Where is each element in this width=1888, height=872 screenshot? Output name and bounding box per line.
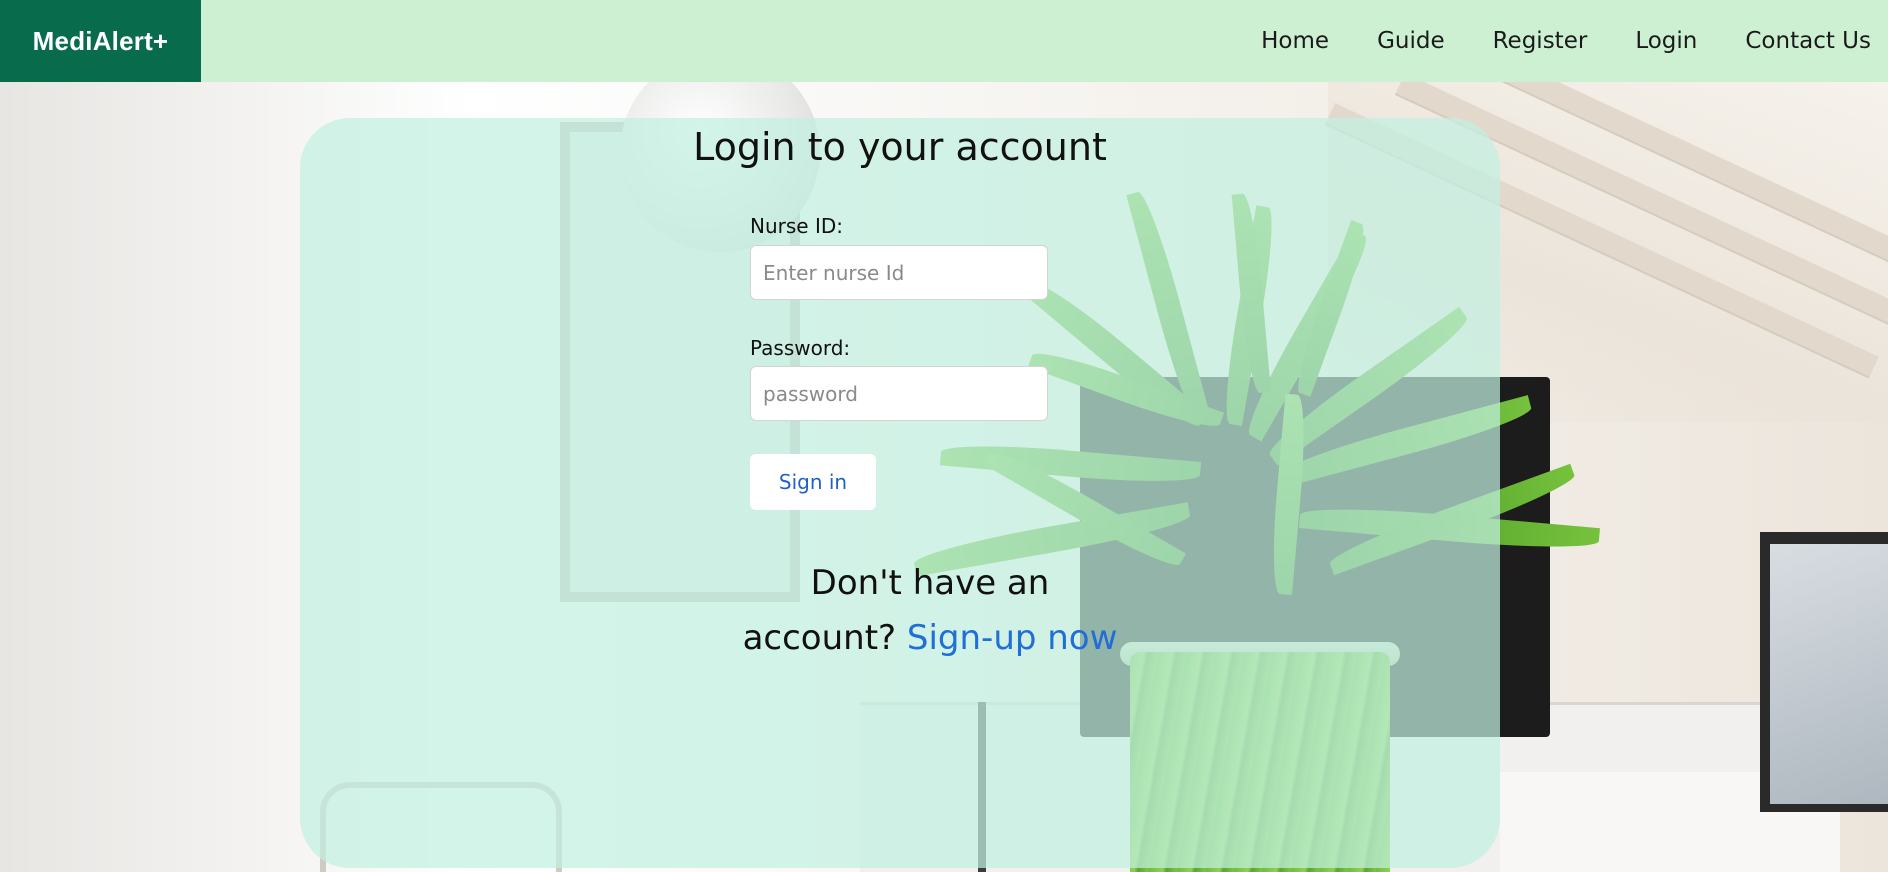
sign-in-button[interactable]: Sign in <box>750 454 876 510</box>
login-card <box>300 118 1500 868</box>
password-input[interactable] <box>750 366 1048 421</box>
signup-prompt-block: Don't have an account? Sign-up now <box>740 556 1120 666</box>
nurse-id-label: Nurse ID: <box>750 214 843 238</box>
nav-link-home[interactable]: Home <box>1261 28 1329 54</box>
top-navbar: MediAlert+ Home Guide Register Login Con… <box>0 0 1888 82</box>
login-page: MediAlert+ Home Guide Register Login Con… <box>0 0 1888 872</box>
nav-link-contact-us[interactable]: Contact Us <box>1745 28 1871 54</box>
nav-links: Home Guide Register Login Contact Us <box>1213 0 1888 82</box>
nav-link-login[interactable]: Login <box>1635 28 1697 54</box>
nav-link-guide[interactable]: Guide <box>1377 28 1445 54</box>
password-label: Password: <box>750 336 851 360</box>
login-title: Login to your account <box>693 125 1107 169</box>
signup-link[interactable]: Sign-up now <box>907 618 1118 658</box>
nurse-id-input[interactable] <box>750 245 1048 300</box>
nav-link-register[interactable]: Register <box>1493 28 1588 54</box>
brand-logo[interactable]: MediAlert+ <box>0 0 201 82</box>
